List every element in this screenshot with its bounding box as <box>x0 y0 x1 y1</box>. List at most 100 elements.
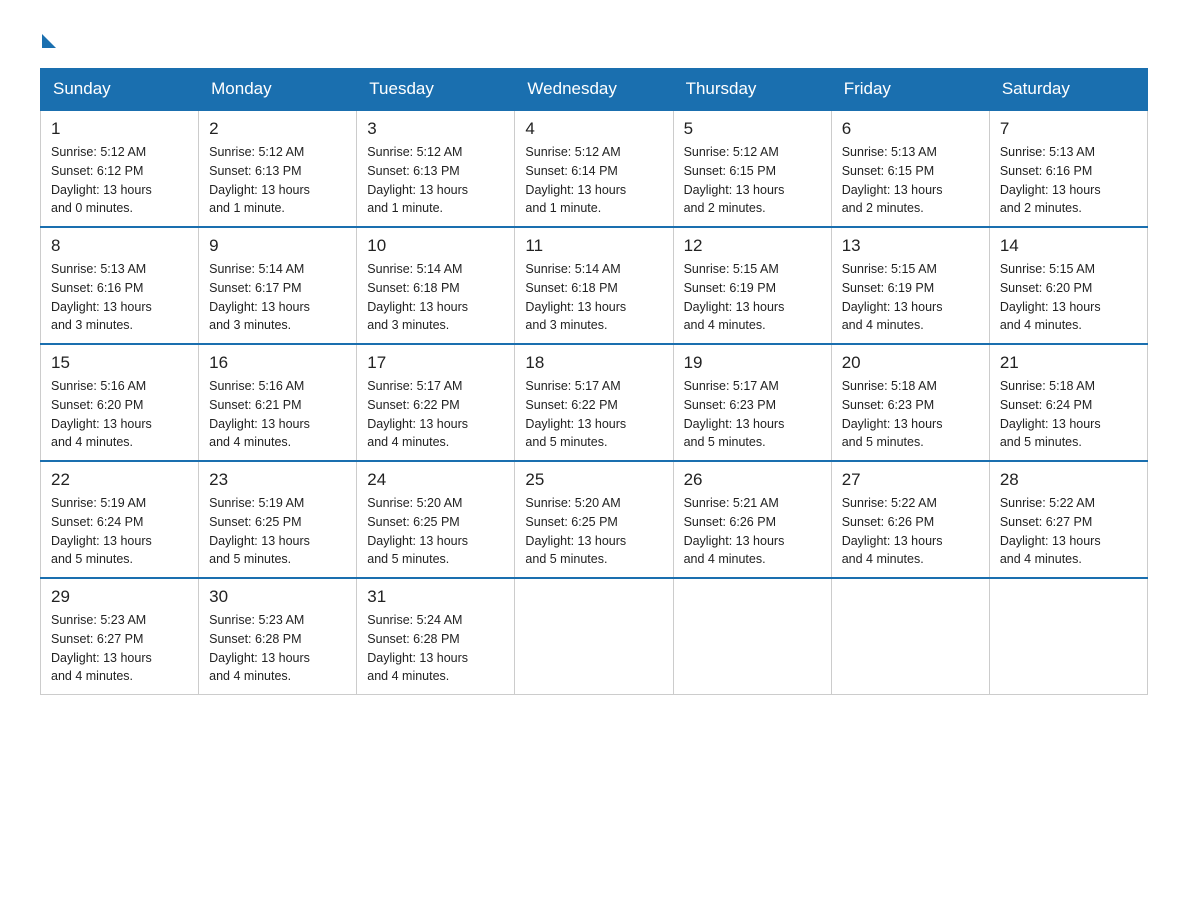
calendar-cell: 29 Sunrise: 5:23 AMSunset: 6:27 PMDaylig… <box>41 578 199 695</box>
day-number: 1 <box>51 119 188 139</box>
day-info: Sunrise: 5:14 AMSunset: 6:18 PMDaylight:… <box>367 260 504 335</box>
day-number: 15 <box>51 353 188 373</box>
day-number: 19 <box>684 353 821 373</box>
day-info: Sunrise: 5:15 AMSunset: 6:20 PMDaylight:… <box>1000 260 1137 335</box>
calendar-cell: 9 Sunrise: 5:14 AMSunset: 6:17 PMDayligh… <box>199 227 357 344</box>
day-info: Sunrise: 5:12 AMSunset: 6:13 PMDaylight:… <box>209 143 346 218</box>
calendar-day-header: Friday <box>831 69 989 111</box>
day-info: Sunrise: 5:15 AMSunset: 6:19 PMDaylight:… <box>842 260 979 335</box>
calendar-cell: 23 Sunrise: 5:19 AMSunset: 6:25 PMDaylig… <box>199 461 357 578</box>
calendar-cell: 20 Sunrise: 5:18 AMSunset: 6:23 PMDaylig… <box>831 344 989 461</box>
day-info: Sunrise: 5:23 AMSunset: 6:28 PMDaylight:… <box>209 611 346 686</box>
day-number: 10 <box>367 236 504 256</box>
day-info: Sunrise: 5:23 AMSunset: 6:27 PMDaylight:… <box>51 611 188 686</box>
logo-arrow-icon <box>42 34 56 48</box>
calendar-day-header: Saturday <box>989 69 1147 111</box>
day-info: Sunrise: 5:16 AMSunset: 6:20 PMDaylight:… <box>51 377 188 452</box>
calendar-cell: 27 Sunrise: 5:22 AMSunset: 6:26 PMDaylig… <box>831 461 989 578</box>
calendar-cell: 25 Sunrise: 5:20 AMSunset: 6:25 PMDaylig… <box>515 461 673 578</box>
day-number: 26 <box>684 470 821 490</box>
calendar-cell: 14 Sunrise: 5:15 AMSunset: 6:20 PMDaylig… <box>989 227 1147 344</box>
calendar-cell: 8 Sunrise: 5:13 AMSunset: 6:16 PMDayligh… <box>41 227 199 344</box>
day-info: Sunrise: 5:17 AMSunset: 6:22 PMDaylight:… <box>525 377 662 452</box>
calendar-week-row: 1 Sunrise: 5:12 AMSunset: 6:12 PMDayligh… <box>41 110 1148 227</box>
day-info: Sunrise: 5:19 AMSunset: 6:25 PMDaylight:… <box>209 494 346 569</box>
calendar-week-row: 15 Sunrise: 5:16 AMSunset: 6:20 PMDaylig… <box>41 344 1148 461</box>
calendar-cell: 18 Sunrise: 5:17 AMSunset: 6:22 PMDaylig… <box>515 344 673 461</box>
day-number: 27 <box>842 470 979 490</box>
day-info: Sunrise: 5:18 AMSunset: 6:23 PMDaylight:… <box>842 377 979 452</box>
calendar-cell <box>989 578 1147 695</box>
day-number: 3 <box>367 119 504 139</box>
day-info: Sunrise: 5:24 AMSunset: 6:28 PMDaylight:… <box>367 611 504 686</box>
day-number: 14 <box>1000 236 1137 256</box>
calendar-table: SundayMondayTuesdayWednesdayThursdayFrid… <box>40 68 1148 695</box>
calendar-cell: 13 Sunrise: 5:15 AMSunset: 6:19 PMDaylig… <box>831 227 989 344</box>
day-number: 4 <box>525 119 662 139</box>
calendar-cell <box>515 578 673 695</box>
day-number: 24 <box>367 470 504 490</box>
calendar-day-header: Monday <box>199 69 357 111</box>
day-number: 16 <box>209 353 346 373</box>
day-info: Sunrise: 5:22 AMSunset: 6:27 PMDaylight:… <box>1000 494 1137 569</box>
calendar-cell: 19 Sunrise: 5:17 AMSunset: 6:23 PMDaylig… <box>673 344 831 461</box>
calendar-week-row: 29 Sunrise: 5:23 AMSunset: 6:27 PMDaylig… <box>41 578 1148 695</box>
day-info: Sunrise: 5:16 AMSunset: 6:21 PMDaylight:… <box>209 377 346 452</box>
day-number: 12 <box>684 236 821 256</box>
day-number: 13 <box>842 236 979 256</box>
calendar-cell: 22 Sunrise: 5:19 AMSunset: 6:24 PMDaylig… <box>41 461 199 578</box>
day-info: Sunrise: 5:13 AMSunset: 6:16 PMDaylight:… <box>51 260 188 335</box>
day-info: Sunrise: 5:14 AMSunset: 6:18 PMDaylight:… <box>525 260 662 335</box>
calendar-day-header: Sunday <box>41 69 199 111</box>
day-number: 30 <box>209 587 346 607</box>
calendar-cell: 31 Sunrise: 5:24 AMSunset: 6:28 PMDaylig… <box>357 578 515 695</box>
day-number: 22 <box>51 470 188 490</box>
calendar-cell: 16 Sunrise: 5:16 AMSunset: 6:21 PMDaylig… <box>199 344 357 461</box>
day-number: 21 <box>1000 353 1137 373</box>
calendar-cell: 4 Sunrise: 5:12 AMSunset: 6:14 PMDayligh… <box>515 110 673 227</box>
logo <box>40 30 56 48</box>
day-number: 18 <box>525 353 662 373</box>
day-number: 23 <box>209 470 346 490</box>
day-info: Sunrise: 5:15 AMSunset: 6:19 PMDaylight:… <box>684 260 821 335</box>
day-info: Sunrise: 5:20 AMSunset: 6:25 PMDaylight:… <box>525 494 662 569</box>
day-info: Sunrise: 5:12 AMSunset: 6:12 PMDaylight:… <box>51 143 188 218</box>
calendar-cell: 6 Sunrise: 5:13 AMSunset: 6:15 PMDayligh… <box>831 110 989 227</box>
calendar-cell <box>673 578 831 695</box>
calendar-cell: 28 Sunrise: 5:22 AMSunset: 6:27 PMDaylig… <box>989 461 1147 578</box>
calendar-cell: 1 Sunrise: 5:12 AMSunset: 6:12 PMDayligh… <box>41 110 199 227</box>
day-number: 20 <box>842 353 979 373</box>
day-number: 8 <box>51 236 188 256</box>
calendar-day-header: Thursday <box>673 69 831 111</box>
calendar-day-header: Tuesday <box>357 69 515 111</box>
day-info: Sunrise: 5:17 AMSunset: 6:23 PMDaylight:… <box>684 377 821 452</box>
calendar-cell: 5 Sunrise: 5:12 AMSunset: 6:15 PMDayligh… <box>673 110 831 227</box>
day-info: Sunrise: 5:20 AMSunset: 6:25 PMDaylight:… <box>367 494 504 569</box>
day-number: 11 <box>525 236 662 256</box>
calendar-cell: 15 Sunrise: 5:16 AMSunset: 6:20 PMDaylig… <box>41 344 199 461</box>
calendar-cell: 30 Sunrise: 5:23 AMSunset: 6:28 PMDaylig… <box>199 578 357 695</box>
day-number: 28 <box>1000 470 1137 490</box>
calendar-cell: 26 Sunrise: 5:21 AMSunset: 6:26 PMDaylig… <box>673 461 831 578</box>
calendar-cell: 17 Sunrise: 5:17 AMSunset: 6:22 PMDaylig… <box>357 344 515 461</box>
calendar-day-header: Wednesday <box>515 69 673 111</box>
day-number: 31 <box>367 587 504 607</box>
calendar-cell: 11 Sunrise: 5:14 AMSunset: 6:18 PMDaylig… <box>515 227 673 344</box>
day-number: 2 <box>209 119 346 139</box>
day-info: Sunrise: 5:18 AMSunset: 6:24 PMDaylight:… <box>1000 377 1137 452</box>
day-info: Sunrise: 5:14 AMSunset: 6:17 PMDaylight:… <box>209 260 346 335</box>
page-header <box>40 30 1148 48</box>
day-info: Sunrise: 5:12 AMSunset: 6:15 PMDaylight:… <box>684 143 821 218</box>
day-info: Sunrise: 5:19 AMSunset: 6:24 PMDaylight:… <box>51 494 188 569</box>
calendar-cell: 2 Sunrise: 5:12 AMSunset: 6:13 PMDayligh… <box>199 110 357 227</box>
day-number: 25 <box>525 470 662 490</box>
day-info: Sunrise: 5:12 AMSunset: 6:14 PMDaylight:… <box>525 143 662 218</box>
calendar-cell <box>831 578 989 695</box>
calendar-cell: 10 Sunrise: 5:14 AMSunset: 6:18 PMDaylig… <box>357 227 515 344</box>
calendar-cell: 7 Sunrise: 5:13 AMSunset: 6:16 PMDayligh… <box>989 110 1147 227</box>
calendar-week-row: 22 Sunrise: 5:19 AMSunset: 6:24 PMDaylig… <box>41 461 1148 578</box>
day-info: Sunrise: 5:13 AMSunset: 6:16 PMDaylight:… <box>1000 143 1137 218</box>
day-number: 29 <box>51 587 188 607</box>
day-info: Sunrise: 5:13 AMSunset: 6:15 PMDaylight:… <box>842 143 979 218</box>
day-number: 6 <box>842 119 979 139</box>
